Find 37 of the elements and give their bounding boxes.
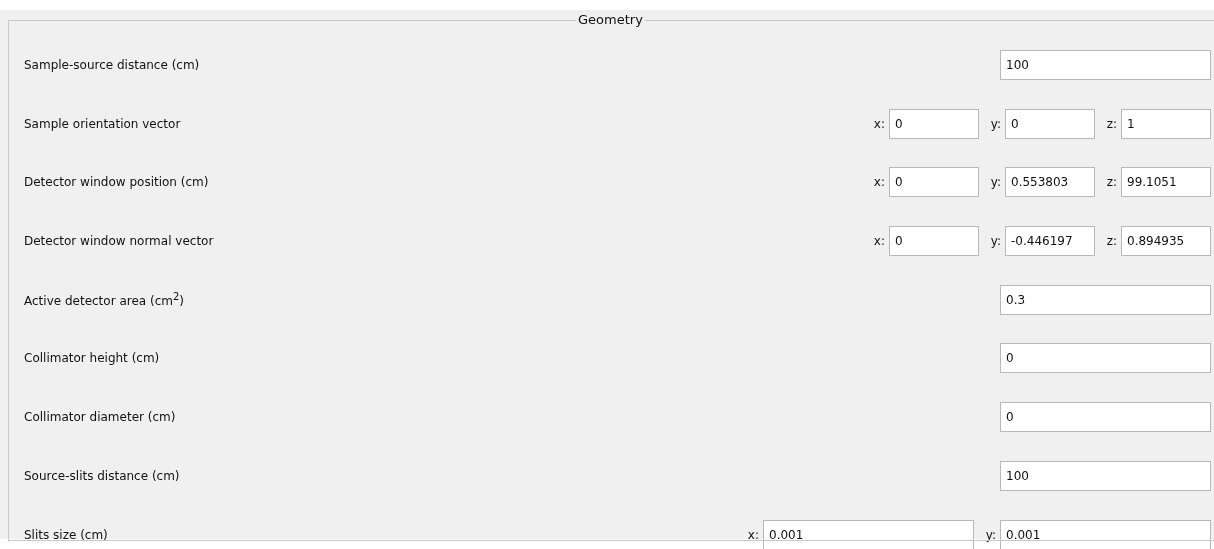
input-field[interactable]: 0 [889, 226, 979, 257]
field-label: Active detector area (cm$^{2}$) [24, 291, 186, 309]
axis-label: y: [989, 234, 1001, 249]
input-field[interactable]: -0.446197 [1005, 226, 1095, 257]
input-field[interactable]: 1 [1121, 108, 1211, 139]
input-field[interactable]: 0.001 [1000, 519, 1211, 549]
field-label: Slits size (cm) [24, 527, 109, 542]
input-field[interactable]: 0.894935 [1121, 226, 1211, 257]
input-field[interactable]: 0 [1000, 343, 1211, 374]
axis-label: y: [984, 527, 996, 542]
input-field[interactable]: 0 [1005, 108, 1095, 139]
axis-label: z: [1105, 175, 1117, 190]
input-field[interactable]: 0.3 [1000, 284, 1211, 315]
axis-label: y: [989, 116, 1001, 131]
group-title: Geometry [576, 12, 645, 27]
field-label: Detector window position (cm) [24, 175, 210, 190]
field-label: Collimator diameter (cm) [24, 410, 177, 425]
input-field[interactable]: 0 [889, 167, 979, 198]
input-field[interactable]: 99.1051 [1121, 167, 1211, 198]
axis-label: x: [872, 234, 885, 249]
field-label: Sample-source distance (cm) [24, 58, 201, 72]
input-field[interactable]: 0.553803 [1005, 167, 1095, 198]
input-field[interactable]: 100 [1000, 50, 1211, 80]
field-label: Sample orientation vector [24, 116, 182, 131]
axis-label: x: [746, 527, 759, 542]
axis-label: x: [872, 175, 885, 190]
field-label: Collimator height (cm) [24, 351, 161, 366]
input-field[interactable]: 0 [889, 108, 979, 139]
axis-label: x: [872, 116, 885, 131]
axis-label: z: [1105, 234, 1117, 249]
input-field[interactable]: 0 [1000, 402, 1211, 433]
input-field[interactable]: 0.001 [763, 519, 974, 549]
input-field[interactable]: 100 [1000, 460, 1211, 491]
axis-label: y: [989, 175, 1001, 190]
field-label: Source-slits distance (cm) [24, 468, 181, 483]
field-label: Detector window normal vector [24, 234, 215, 249]
axis-label: z: [1105, 116, 1117, 131]
